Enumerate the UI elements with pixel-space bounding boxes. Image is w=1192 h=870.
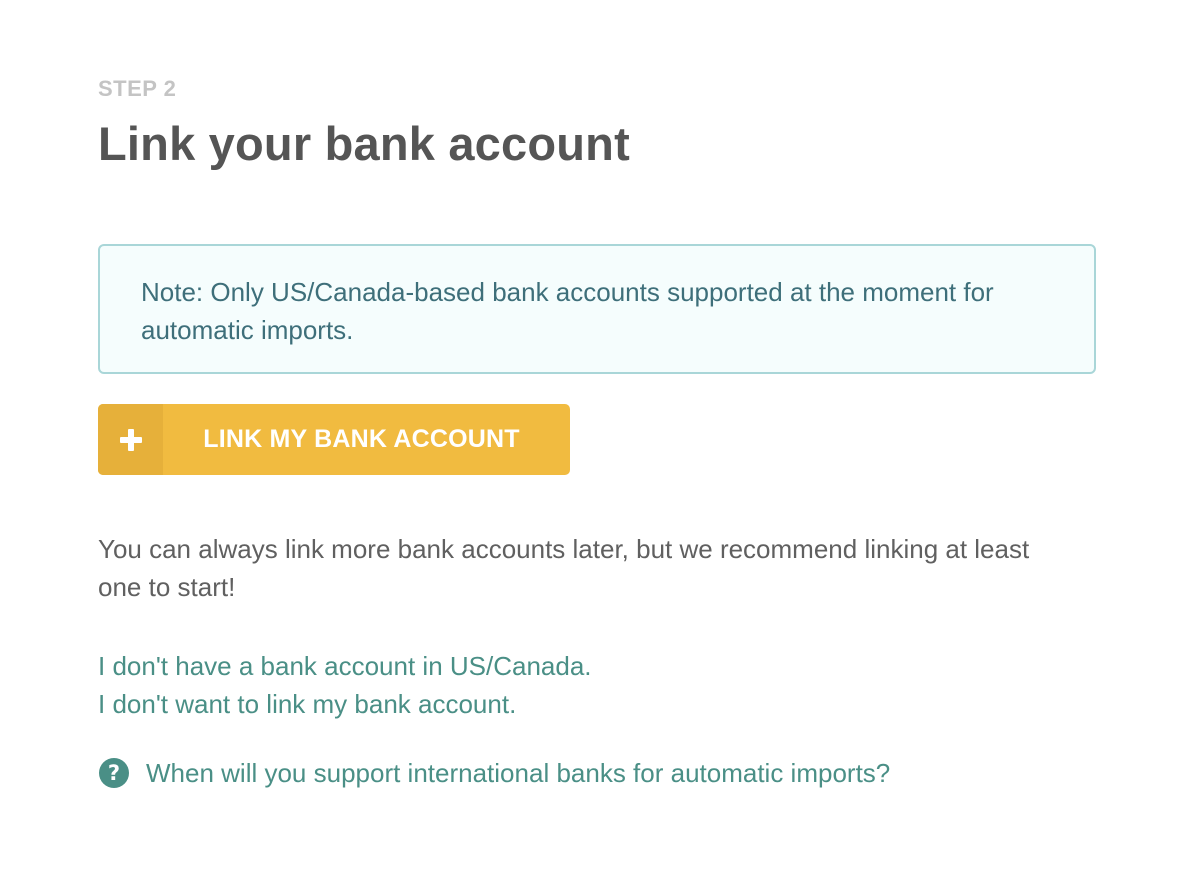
international-banks-faq-link[interactable]: ? When will you support international ba… [98,754,890,792]
no-us-bank-link[interactable]: I don't have a bank account in US/Canada… [98,647,592,685]
link-bank-account-button[interactable]: LINK MY BANK ACCOUNT [98,404,570,475]
question-circle-icon: ? [99,758,129,788]
plus-icon [119,428,142,451]
skip-linking-link[interactable]: I don't want to link my bank account. [98,685,516,723]
faq-text: When will you support international bank… [146,758,891,788]
page-title: Link your bank account [98,117,630,170]
step-label: STEP 2 [98,76,177,101]
button-icon-area [98,404,163,475]
info-text: You can always link more bank accounts l… [98,534,1030,602]
note-box: Note: Only US/Canada-based bank accounts… [98,244,1096,374]
link-bank-account-button-label: LINK MY BANK ACCOUNT [203,425,520,453]
note-text: Note: Only US/Canada-based bank accounts… [141,277,994,345]
